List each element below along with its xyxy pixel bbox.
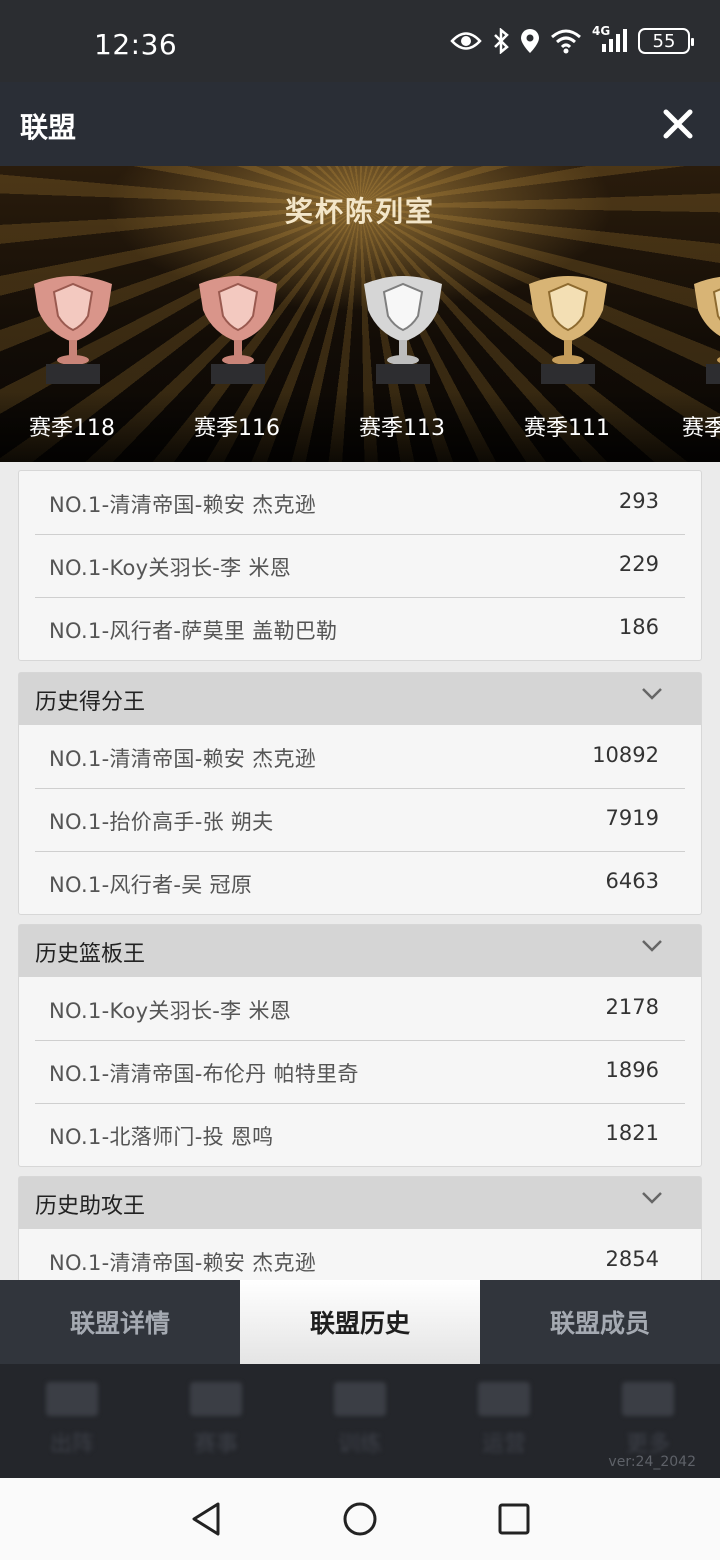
stat-value: 2854 [605, 1247, 659, 1271]
trophy-icon [199, 276, 277, 384]
player-name: NO.1-Koy关羽长-李 米恩 [49, 556, 292, 580]
section-header[interactable]: 历史得分王 [19, 673, 701, 725]
stat-value: 1896 [605, 1058, 659, 1082]
player-name: NO.1-清清帝国-赖安 杰克逊 [49, 747, 317, 771]
trophy-label: 赛季116 [194, 416, 280, 441]
trophy-season-partial[interactable]: 赛季 [682, 270, 720, 450]
section-title: 历史篮板王 [35, 942, 146, 967]
location-icon [521, 29, 539, 53]
eye-icon [450, 32, 482, 50]
app-header: 联盟 [0, 82, 720, 166]
player-name: NO.1-北落师门-投 恩鸣 [49, 1125, 274, 1149]
background-nav: 出阵 赛事 训练 运营 更多 ver:24_2042 [0, 1364, 720, 1478]
banner-title: 奖杯陈列室 [284, 195, 435, 228]
trophy-banner: 奖杯陈列室 赛季118 赛季116 赛季113 赛季111 赛季 [0, 166, 720, 462]
list-item[interactable]: NO.1-风行者-萨莫里 盖勒巴勒 186 [19, 597, 701, 660]
stat-value: 10892 [592, 743, 659, 767]
player-name: NO.1-风行者-萨莫里 盖勒巴勒 [49, 619, 338, 643]
history-card-assists: 历史助攻王 NO.1-清清帝国-赖安 杰克逊 2854 [18, 1176, 702, 1280]
list-item[interactable]: NO.1-清清帝国-赖安 杰克逊 293 [19, 471, 701, 534]
signal-icon: 4G [592, 24, 628, 54]
player-name: NO.1-清清帝国-赖安 杰克逊 [49, 493, 317, 517]
trophy-icon [529, 276, 607, 384]
tab-league-members[interactable]: 联盟成员 [480, 1280, 720, 1364]
stat-value: 293 [618, 489, 659, 513]
background-nav-item: 训练 [310, 1382, 410, 1458]
chevron-down-icon [642, 688, 662, 700]
player-name: NO.1-风行者-吴 冠原 [49, 873, 253, 897]
close-icon[interactable] [660, 106, 696, 142]
background-nav-item: 出阵 [22, 1382, 122, 1458]
version-label: ver:24_2042 [608, 1454, 696, 1470]
list-item[interactable]: NO.1-清清帝国-布伦丹 帕特里奇 1896 [19, 1040, 701, 1103]
history-card-rebounds: 历史篮板王 NO.1-Koy关羽长-李 米恩 2178 NO.1-清清帝国-布伦… [18, 924, 702, 1167]
section-title: 历史得分王 [35, 690, 146, 715]
history-card-scoring: 历史得分王 NO.1-清清帝国-赖安 杰克逊 10892 NO.1-抬价高手-张… [18, 672, 702, 915]
stat-value: 7919 [605, 806, 659, 830]
trophy-label: 赛季 [682, 416, 720, 441]
player-name: NO.1-抬价高手-张 朔夫 [49, 810, 274, 834]
page-title: 联盟 [20, 111, 77, 144]
background-nav-item: 运营 [454, 1382, 554, 1458]
status-time: 12:36 [94, 28, 178, 61]
system-nav-bar [0, 1478, 720, 1560]
background-nav-item: 赛事 [166, 1382, 266, 1458]
section-header[interactable]: 历史助攻王 [19, 1177, 701, 1229]
battery-level: 55 [652, 30, 676, 52]
history-card-top: NO.1-清清帝国-赖安 杰克逊 293 NO.1-Koy关羽长-李 米恩 22… [18, 470, 702, 661]
background-nav-label: 出阵 [49, 1432, 94, 1457]
list-item[interactable]: NO.1-抬价高手-张 朔夫 7919 [19, 788, 701, 851]
background-nav-label: 训练 [337, 1432, 382, 1457]
section-title: 历史助攻王 [35, 1194, 146, 1219]
trophy-icon [364, 276, 442, 384]
trophy-season-111[interactable]: 赛季111 [517, 270, 617, 450]
home-icon[interactable] [342, 1500, 378, 1538]
status-bar: 12:36 4G 55 [0, 0, 720, 82]
stat-value: 229 [618, 552, 659, 576]
trophy-label: 赛季113 [359, 416, 445, 441]
list-item[interactable]: NO.1-清清帝国-赖安 杰克逊 2854 [19, 1229, 701, 1280]
list-item[interactable]: NO.1-清清帝国-赖安 杰克逊 10892 [19, 725, 701, 788]
list-item[interactable]: NO.1-Koy关羽长-李 米恩 229 [19, 534, 701, 597]
stat-value: 2178 [605, 995, 659, 1019]
section-header[interactable]: 历史篮板王 [19, 925, 701, 977]
list-item[interactable]: NO.1-Koy关羽长-李 米恩 2178 [19, 977, 701, 1040]
background-nav-item: 更多 [598, 1382, 698, 1458]
back-icon[interactable] [188, 1500, 224, 1538]
trophy-label: 赛季111 [524, 416, 610, 441]
chevron-down-icon [642, 940, 662, 952]
stat-value: 6463 [605, 869, 659, 893]
tab-bar: 联盟详情 联盟历史 联盟成员 [0, 1280, 720, 1364]
stat-value: 1821 [605, 1121, 659, 1145]
player-name: NO.1-Koy关羽长-李 米恩 [49, 999, 292, 1023]
background-nav-label: 运营 [481, 1432, 526, 1457]
background-nav-label: 赛事 [193, 1432, 238, 1457]
list-item[interactable]: NO.1-北落师门-投 恩鸣 1821 [19, 1103, 701, 1166]
chevron-down-icon [642, 1192, 662, 1204]
tab-league-history[interactable]: 联盟历史 [240, 1280, 480, 1364]
trophy-season-116[interactable]: 赛季116 [187, 270, 287, 450]
list-item[interactable]: NO.1-风行者-吴 冠原 6463 [19, 851, 701, 914]
trophy-icon [34, 276, 112, 384]
player-name: NO.1-清清帝国-赖安 杰克逊 [49, 1251, 317, 1275]
wifi-icon [551, 29, 581, 54]
history-list[interactable]: NO.1-清清帝国-赖安 杰克逊 293 NO.1-Koy关羽长-李 米恩 22… [0, 462, 720, 1280]
stat-value: 186 [618, 615, 659, 639]
trophy-season-113[interactable]: 赛季113 [352, 270, 452, 450]
recents-icon[interactable] [496, 1500, 532, 1538]
tab-league-details[interactable]: 联盟详情 [0, 1280, 240, 1364]
bluetooth-icon [494, 28, 509, 54]
trophy-icon [694, 276, 720, 384]
trophy-season-118[interactable]: 赛季118 [22, 270, 122, 450]
trophy-label: 赛季118 [29, 416, 115, 441]
battery-icon: 55 [638, 28, 694, 54]
status-icons: 4G 55 [450, 24, 694, 54]
player-name: NO.1-清清帝国-布伦丹 帕特里奇 [49, 1062, 359, 1086]
